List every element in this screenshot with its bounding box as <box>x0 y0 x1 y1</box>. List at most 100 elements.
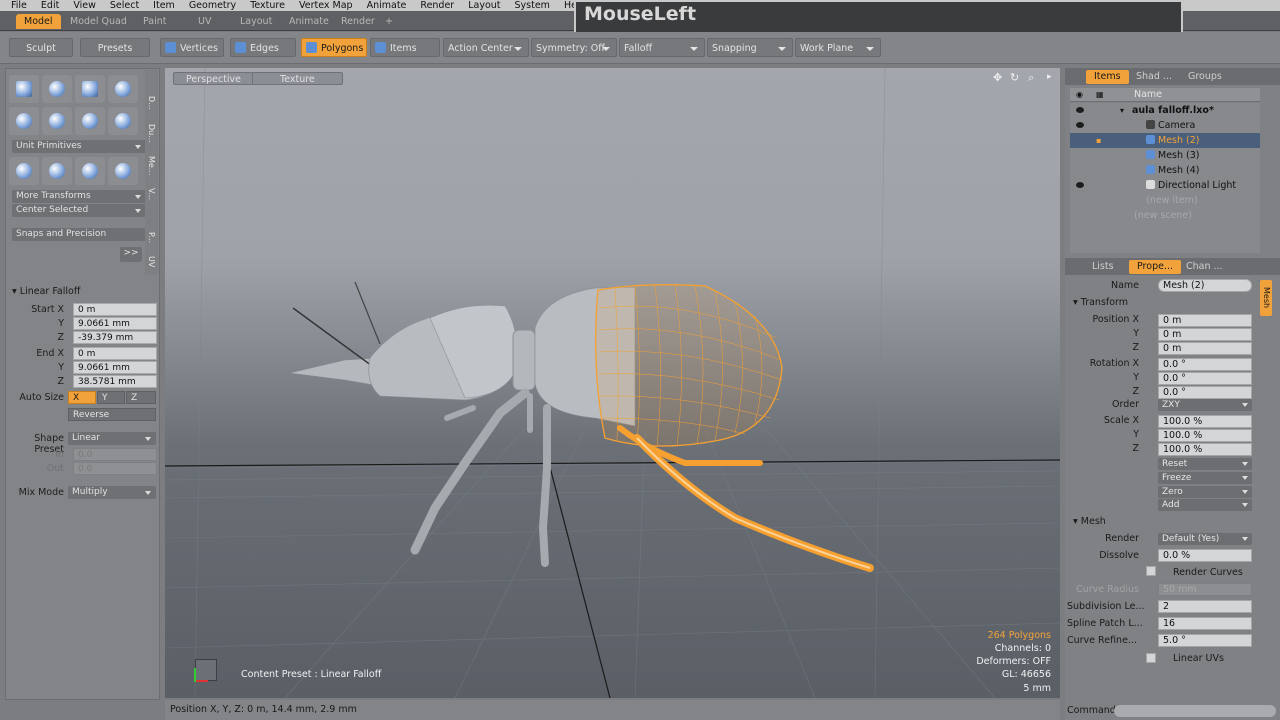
menu-view[interactable]: View <box>66 0 103 11</box>
vtab-du[interactable]: Du... <box>147 124 156 143</box>
menu-vertex-map[interactable]: Vertex Map <box>292 0 360 11</box>
tab-items[interactable]: Items <box>1086 70 1129 84</box>
freeze-dropdown[interactable]: Freeze <box>1158 472 1252 484</box>
viewport-expand-icon[interactable]: ▸ <box>1047 72 1052 82</box>
transform-tool-button[interactable] <box>108 157 138 185</box>
new-scene-row[interactable]: (new scene) <box>1070 208 1260 223</box>
tab-properties[interactable]: Prope... <box>1129 260 1182 274</box>
start-y-field[interactable]: 9.0661 mm <box>73 317 157 330</box>
mesh-2-row[interactable]: ▪ Mesh (2) <box>1070 133 1260 148</box>
collapse-icon[interactable]: ▾ <box>1120 103 1124 118</box>
tab-model-quad[interactable]: Model Quad <box>62 14 135 29</box>
menu-file[interactable]: File <box>4 0 34 11</box>
mesh-4-row[interactable]: Mesh (4) <box>1070 163 1260 178</box>
items-button[interactable]: Items <box>370 38 440 57</box>
menu-layout[interactable]: Layout <box>461 0 507 11</box>
tab-paint[interactable]: Paint <box>135 14 175 29</box>
vtab-v[interactable]: V... <box>147 188 156 200</box>
start-x-field[interactable]: 0 m <box>73 303 157 316</box>
mesh-section[interactable]: ▾ Mesh <box>1073 516 1106 527</box>
rotation-z-field[interactable]: 0.0 ° <box>1158 386 1252 399</box>
rotate-tool-button[interactable] <box>42 157 72 185</box>
texture-shading-button[interactable]: Texture <box>252 72 343 85</box>
sculpt-button[interactable]: Sculpt <box>9 38 73 57</box>
dissolve-field[interactable]: 0.0 % <box>1158 549 1252 562</box>
scale-z-field[interactable]: 100.0 % <box>1158 443 1252 456</box>
light-row[interactable]: Directional Light <box>1070 178 1260 193</box>
menu-system[interactable]: System <box>508 0 557 11</box>
end-z-field[interactable]: 38.5781 mm <box>73 375 157 388</box>
subdivision-field[interactable]: 2 <box>1158 600 1252 613</box>
camera-row[interactable]: Camera <box>1070 118 1260 133</box>
start-z-field[interactable]: -39.379 mm <box>73 331 157 344</box>
scale-y-field[interactable]: 100.0 % <box>1158 429 1252 442</box>
move-tool-button[interactable] <box>9 157 39 185</box>
curve-refine-field[interactable]: 5.0 ° <box>1158 634 1252 647</box>
viewport-rotate-icon[interactable]: ↻ <box>1010 71 1019 84</box>
linear-uvs-checkbox[interactable] <box>1146 653 1156 663</box>
vtab-d[interactable]: D... <box>147 96 156 110</box>
viewport-zoom-icon[interactable]: ⌕ <box>1028 71 1034 85</box>
spline-patch-field[interactable]: 16 <box>1158 617 1252 630</box>
mix-mode-dropdown[interactable]: Multiply <box>68 486 156 499</box>
end-x-field[interactable]: 0 m <box>73 347 157 360</box>
cylinder-tool-button[interactable] <box>75 75 105 103</box>
menu-texture[interactable]: Texture <box>243 0 292 11</box>
expand-button[interactable]: >> <box>120 247 142 262</box>
menu-animate[interactable]: Animate <box>360 0 414 11</box>
tab-add[interactable]: + <box>377 14 401 29</box>
action-center-dropdown[interactable]: Action Center <box>443 38 529 57</box>
cone-tool-button[interactable] <box>108 75 138 103</box>
mesh-3-row[interactable]: Mesh (3) <box>1070 148 1260 163</box>
new-item-row[interactable]: (new item) <box>1070 193 1260 208</box>
menu-select[interactable]: Select <box>103 0 146 11</box>
auto-size-x-button[interactable]: X <box>68 391 96 404</box>
render-dropdown[interactable]: Default (Yes) <box>1158 533 1252 545</box>
3d-viewport[interactable]: Perspective Texture ✥ ↻ ⌕ ▸ Content Pres… <box>165 68 1060 698</box>
vtab-uv[interactable]: UV <box>147 256 156 267</box>
scene-row[interactable]: ▾ aula falloff.lxo* <box>1070 103 1260 118</box>
name-column-header[interactable]: Name <box>1134 89 1162 100</box>
work-plane-dropdown[interactable]: Work Plane <box>795 38 881 57</box>
lock-icon[interactable]: ▪ <box>1096 133 1101 148</box>
cube-tool-button[interactable] <box>9 75 39 103</box>
order-dropdown[interactable]: ZXY <box>1158 399 1252 411</box>
tab-layout[interactable]: Layout <box>232 14 280 29</box>
visibility-eye-icon[interactable] <box>1076 107 1084 113</box>
add-dropdown[interactable]: Add <box>1158 499 1252 511</box>
position-x-field[interactable]: 0 m <box>1158 314 1252 327</box>
tab-model[interactable]: Model <box>16 14 61 29</box>
snaps-precision-button[interactable]: Snaps and Precision <box>12 228 146 241</box>
shape-preset-dropdown[interactable]: Linear <box>68 432 156 445</box>
text-tool-button[interactable] <box>108 107 138 135</box>
perspective-view-button[interactable]: Perspective <box>173 72 255 85</box>
tab-lists[interactable]: Lists <box>1084 260 1122 274</box>
viewport-move-icon[interactable]: ✥ <box>993 71 1002 84</box>
falloff-dropdown[interactable]: Falloff <box>619 38 705 57</box>
capsule-tool-button[interactable] <box>42 107 72 135</box>
tab-channels[interactable]: Chan ... <box>1178 260 1231 274</box>
tab-render[interactable]: Render <box>333 14 383 29</box>
end-y-field[interactable]: 9.0661 mm <box>73 361 157 374</box>
out-field[interactable]: 0.0 <box>73 462 157 475</box>
pen-tool-button[interactable] <box>75 107 105 135</box>
command-input[interactable] <box>1114 705 1276 717</box>
vtab-p[interactable]: P... <box>147 232 156 243</box>
tab-animate[interactable]: Animate <box>281 14 337 29</box>
transform-section[interactable]: ▾ Transform <box>1073 297 1128 308</box>
render-curves-checkbox[interactable] <box>1146 566 1156 576</box>
tab-groups[interactable]: Groups <box>1180 70 1230 84</box>
mesh-side-tab[interactable]: Mesh <box>1260 280 1272 316</box>
scale-tool-button[interactable] <box>75 157 105 185</box>
zero-dropdown[interactable]: Zero <box>1158 486 1252 498</box>
more-transforms-dropdown[interactable]: More Transforms <box>12 190 146 203</box>
in-field[interactable]: 0.0 <box>73 448 157 461</box>
menu-render[interactable]: Render <box>413 0 461 11</box>
visibility-eye-icon[interactable] <box>1076 122 1084 128</box>
name-field[interactable]: Mesh (2) <box>1158 279 1252 292</box>
unit-primitives-dropdown[interactable]: Unit Primitives <box>12 140 146 153</box>
reset-dropdown[interactable]: Reset <box>1158 458 1252 470</box>
reverse-button[interactable]: Reverse <box>68 408 156 421</box>
menu-edit[interactable]: Edit <box>34 0 66 11</box>
menu-item[interactable]: Item <box>146 0 182 11</box>
